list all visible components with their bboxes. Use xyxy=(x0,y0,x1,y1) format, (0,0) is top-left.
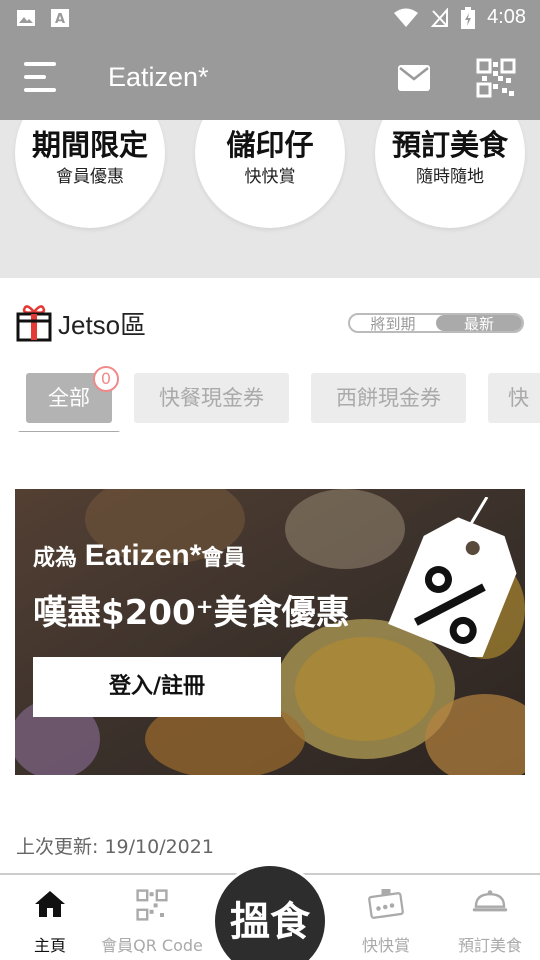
promo-booking[interactable]: 預訂美食 隨時隨地 xyxy=(375,120,525,228)
sort-option-latest[interactable]: 最新 xyxy=(436,315,522,331)
promo-title: 預訂美食 xyxy=(391,128,508,162)
battery-charging-icon xyxy=(461,6,476,29)
banner-headline: 成為 Eatizen*會員 xyxy=(33,539,245,573)
app-title: Eatizen* xyxy=(108,62,209,92)
nav-label: 會員QR Code xyxy=(101,936,203,955)
discount-tag-icon xyxy=(388,497,517,657)
mail-icon[interactable] xyxy=(398,65,430,91)
tab-bakery-voucher[interactable]: 西餅現金券 xyxy=(311,373,466,423)
tab-underline xyxy=(18,431,120,432)
nav-label: 快快賞 xyxy=(361,936,410,955)
jetso-header: Jetso區 xyxy=(16,304,146,342)
sort-option-expiring[interactable]: 將到期 xyxy=(350,315,436,331)
qr-code-icon[interactable] xyxy=(476,58,516,98)
promo-stamp-card[interactable]: 儲印仔 快快賞 xyxy=(195,120,345,228)
nav-booking[interactable]: 預訂美食 xyxy=(440,875,540,960)
login-register-button[interactable]: 登入/註冊 xyxy=(33,657,281,717)
food-cloche-icon xyxy=(472,890,508,912)
app-bar: Eatizen* xyxy=(0,38,540,120)
status-bar: A 4:08 xyxy=(0,0,540,38)
banner-offer: 嘆盡$200⁺美食優惠 xyxy=(33,593,350,633)
member-banner[interactable]: 成為 Eatizen*會員 嘆盡$200⁺美食優惠 登入/註冊 xyxy=(15,489,525,775)
text-a-icon: A xyxy=(51,9,69,27)
nav-label: 主頁 xyxy=(33,936,66,955)
last-update-text: 上次更新: 19/10/2021 xyxy=(16,836,214,858)
nav-member-qr[interactable]: 會員QR Code xyxy=(100,875,204,960)
qr-code-icon xyxy=(136,889,168,921)
menu-icon[interactable] xyxy=(24,62,60,96)
category-tabs: 全部 快餐現金券 西餅現金券 快 xyxy=(0,372,540,432)
image-icon xyxy=(17,10,35,26)
promo-subtitle: 快快賞 xyxy=(244,167,296,187)
gift-icon xyxy=(16,305,52,342)
banner-prefix: 成為 xyxy=(33,546,78,571)
promo-subtitle: 會員優惠 xyxy=(56,167,124,187)
sort-toggle[interactable]: 將到期 最新 xyxy=(348,313,524,333)
promo-strip: 期間限定 會員優惠 儲印仔 快快賞 預訂美食 隨時隨地 xyxy=(0,120,540,278)
svg-text:A: A xyxy=(55,12,65,27)
count-badge: 0 xyxy=(93,366,119,392)
nav-stamp-reward[interactable]: 快快賞 xyxy=(336,875,436,960)
promo-title: 儲印仔 xyxy=(226,128,314,162)
no-signal-icon xyxy=(431,7,449,27)
stamp-card-icon xyxy=(368,889,404,919)
banner-suffix: 會員 xyxy=(201,546,246,571)
home-icon xyxy=(35,891,65,917)
jetso-title: Jetso區 xyxy=(58,309,147,340)
tab-more[interactable]: 快 xyxy=(488,373,540,423)
nav-home[interactable]: 主頁 xyxy=(0,875,100,960)
nav-label: 預訂美食 xyxy=(457,936,522,955)
banner-brand: Eatizen* xyxy=(84,539,202,572)
promo-limited-offer[interactable]: 期間限定 會員優惠 xyxy=(15,120,165,228)
promo-subtitle: 隨時隨地 xyxy=(416,167,484,187)
promo-title: 期間限定 xyxy=(31,128,148,162)
wifi-icon xyxy=(394,8,419,27)
tab-fastfood-voucher[interactable]: 快餐現金券 xyxy=(134,373,289,423)
status-time: 4:08 xyxy=(487,6,526,28)
